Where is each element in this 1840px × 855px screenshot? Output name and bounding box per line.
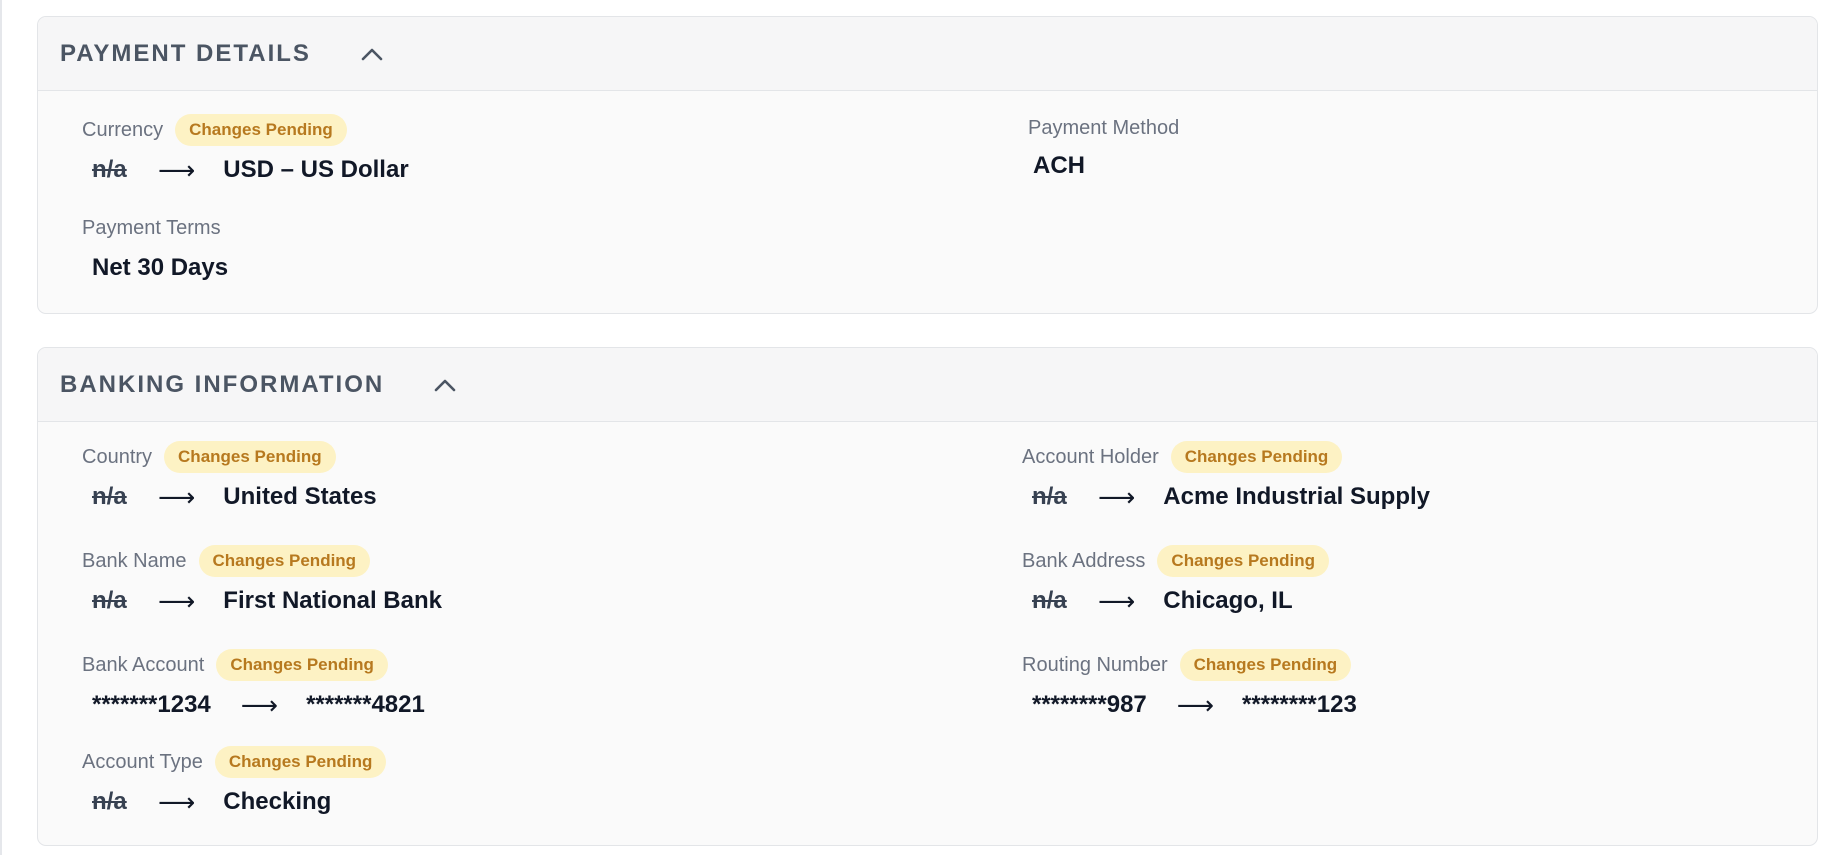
arrow-right-icon: ⟶ [158,585,196,616]
field-label: Country [82,445,153,468]
field-label: Payment Terms [82,216,221,239]
changes-pending-badge: Changes Pending [164,441,336,473]
changes-pending-badge: Changes Pending [1157,545,1329,577]
field-bank-name: Bank Name Changes Pending n/a ⟶ First Na… [82,544,442,620]
old-value: n/a [92,483,127,510]
old-value: n/a [92,156,127,183]
changes-pending-badge: Changes Pending [214,746,387,778]
field-label: Bank Account [82,653,205,676]
field-bank-account: Bank Account Changes Pending *******1234… [82,648,425,724]
old-value: n/a [1032,587,1067,614]
new-value: *******4821 [306,691,425,718]
arrow-right-icon: ⟶ [1098,481,1136,512]
arrow-right-icon: ⟶ [158,786,196,817]
field-country: Country Changes Pending n/a ⟶ United Sta… [82,440,377,516]
changes-pending-badge: Changes Pending [1179,649,1352,681]
field-currency: Currency Changes Pending n/a ⟶ USD – US … [82,113,409,189]
field-account-type: Account Type Changes Pending n/a ⟶ Check… [82,745,387,821]
field-label: Account Holder [1022,445,1159,468]
arrow-right-icon: ⟶ [1176,689,1215,720]
new-value: Acme Industrial Supply [1163,483,1430,510]
arrow-right-icon: ⟶ [1098,585,1136,616]
chevron-up-icon[interactable] [432,372,458,398]
old-value: *******1234 [92,691,211,718]
old-value: ********987 [1032,691,1147,718]
field-account-holder: Account Holder Changes Pending n/a ⟶ Acm… [1022,440,1430,516]
field-bank-address: Bank Address Changes Pending n/a ⟶ Chica… [1022,544,1329,620]
field-routing-number: Routing Number Changes Pending ********9… [1022,648,1357,724]
field-label: Currency [82,118,164,141]
payment-details-title: PAYMENT DETAILS [60,39,311,67]
changes-pending-badge: Changes Pending [1170,441,1343,473]
new-value: Chicago, IL [1163,587,1293,614]
field-label: Account Type [82,750,203,773]
arrow-right-icon: ⟶ [158,481,196,512]
new-value: USD – US Dollar [223,156,409,183]
changes-pending-badge: Changes Pending [216,649,388,681]
chevron-up-icon[interactable] [359,41,385,67]
old-value: n/a [1032,483,1067,510]
field-payment-terms: Payment Terms Net 30 Days [82,211,228,287]
old-value: n/a [92,788,127,815]
new-value: ********123 [1242,691,1357,718]
field-label: Bank Name [82,549,187,572]
banking-information-card: BANKING INFORMATION Country Changes Pend… [37,347,1818,846]
field-payment-method: Payment Method ACH [1028,113,1179,185]
field-value: Net 30 Days [92,254,229,281]
new-value: Checking [223,788,332,815]
banking-information-title: BANKING INFORMATION [60,370,385,398]
old-value: n/a [92,587,127,614]
banking-information-header[interactable]: BANKING INFORMATION [38,348,1817,422]
field-label: Routing Number [1022,653,1168,676]
field-label: Payment Method [1028,116,1180,139]
arrow-right-icon: ⟶ [240,689,279,720]
payment-details-card: PAYMENT DETAILS Currency Changes Pending… [37,16,1818,314]
field-value: ACH [1033,152,1085,179]
changes-pending-badge: Changes Pending [175,114,347,146]
new-value: First National Bank [223,587,442,614]
vendor-details-page: PAYMENT DETAILS Currency Changes Pending… [0,0,1840,855]
changes-pending-badge: Changes Pending [198,545,371,577]
new-value: United States [223,483,377,510]
payment-details-header[interactable]: PAYMENT DETAILS [38,17,1817,91]
field-label: Bank Address [1022,549,1146,572]
arrow-right-icon: ⟶ [158,154,196,185]
